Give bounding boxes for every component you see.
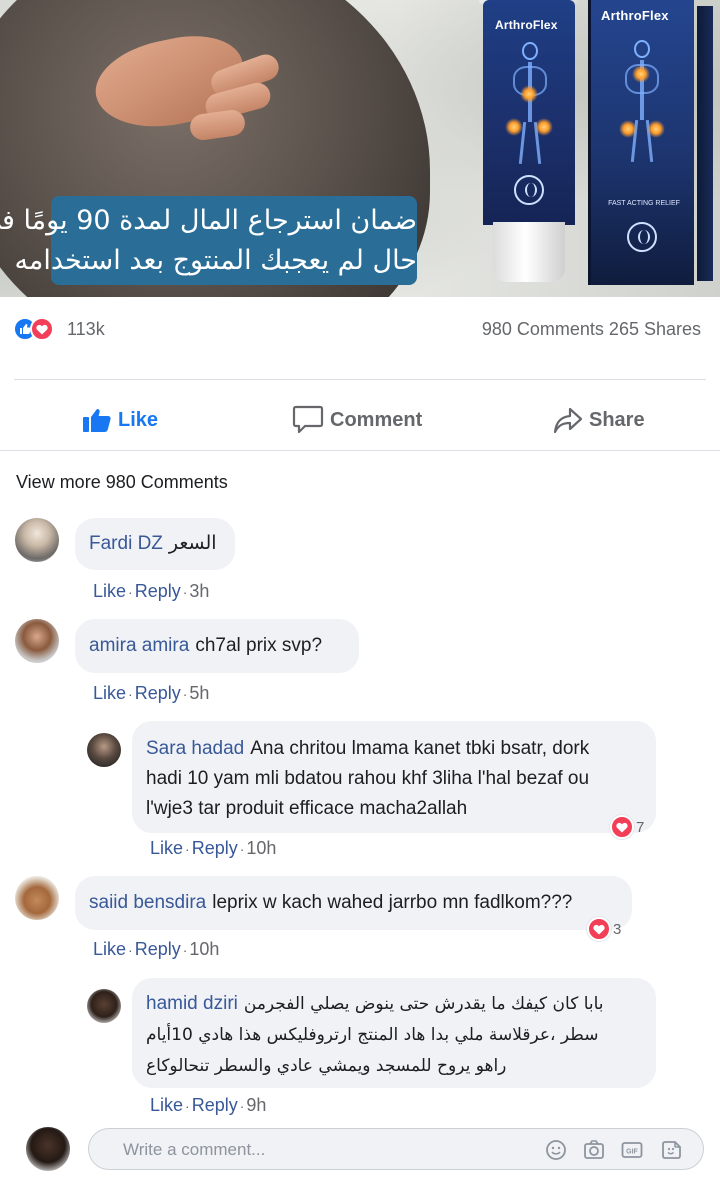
joint-glow bbox=[647, 120, 665, 138]
comment-reaction-count: 7 bbox=[636, 818, 645, 836]
share-button[interactable]: Share bbox=[553, 398, 645, 442]
leaf-emblem-icon bbox=[627, 222, 657, 252]
tube-cap bbox=[493, 222, 565, 282]
avatar[interactable] bbox=[87, 989, 121, 1023]
comment-reaction-count: 3 bbox=[613, 920, 622, 938]
comment-author[interactable]: amira amira bbox=[89, 635, 189, 656]
tube-body: ArthroFlex bbox=[483, 0, 575, 225]
comment-like-link[interactable]: Like bbox=[93, 683, 126, 703]
comment-meta: Like · Reply · 10h bbox=[150, 838, 277, 858]
comment-like-link[interactable]: Like bbox=[150, 1095, 183, 1115]
comment-text: Ana chritou lmama kanet tbki bsatr, dork bbox=[250, 738, 590, 759]
comment-text: بابا كان كيفك ما يقدرش حتى ينوض يصلي الف… bbox=[243, 994, 604, 1014]
comments-shares-count[interactable]: 980 Comments 265 Shares bbox=[482, 317, 701, 341]
love-reaction-icon bbox=[610, 815, 634, 839]
comment-text: hadi 10 yam mli bdatou rahou khf 3liha l… bbox=[146, 768, 590, 789]
share-button-label: Share bbox=[589, 408, 645, 431]
reaction-count[interactable]: 113k bbox=[67, 317, 105, 341]
joint-glow bbox=[535, 118, 553, 136]
comment-text: leprix w kach wahed jarrbo mn fadlkom??? bbox=[212, 892, 573, 913]
comment-like-link[interactable]: Like bbox=[93, 581, 126, 601]
gif-icon[interactable]: GIF bbox=[621, 1139, 643, 1161]
reaction-icons[interactable] bbox=[13, 317, 65, 341]
comment-time: 10h bbox=[246, 838, 277, 858]
comment-meta: Like · Reply · 5h bbox=[93, 683, 210, 703]
comment-author[interactable]: Sara hadad bbox=[146, 738, 244, 759]
comment-text: l'wje3 tar produit efficace macha2allah bbox=[146, 798, 468, 819]
comment-bubble: saiid bensdira leprix w kach wahed jarrbo… bbox=[75, 876, 632, 930]
comment-reply-link[interactable]: Reply bbox=[135, 939, 181, 959]
box-tagline: FAST ACTING RELIEF bbox=[608, 200, 680, 207]
like-button[interactable]: Like bbox=[82, 398, 158, 442]
comment-bubble: Sara hadad Ana chritou lmama kanet tbki b… bbox=[132, 721, 656, 833]
current-user-avatar[interactable] bbox=[26, 1127, 70, 1171]
love-reaction-icon bbox=[587, 917, 611, 941]
comment-bubble: Fardi DZ السعر bbox=[75, 518, 235, 570]
leaf-emblem-icon bbox=[514, 175, 544, 205]
ad-caption-line: ضمان استرجاع المال لمدة 90 يومًا في bbox=[0, 205, 417, 236]
comment-time: 9h bbox=[246, 1095, 267, 1115]
comment-button-label: Comment bbox=[330, 408, 423, 431]
skeleton-graphic bbox=[617, 40, 667, 163]
comment-author[interactable]: saiid bensdira bbox=[89, 892, 206, 913]
comment-text: سطر ،عرقلاسة ملي بدا هاد المنتج ارتروفلي… bbox=[146, 1025, 599, 1045]
joint-glow bbox=[632, 65, 650, 83]
comment-bubble-icon bbox=[292, 405, 324, 434]
comment-like-link[interactable]: Like bbox=[93, 939, 126, 959]
love-reaction-icon bbox=[30, 317, 54, 341]
box-side bbox=[697, 6, 713, 281]
comment-text: ch7al prix svp? bbox=[195, 635, 323, 656]
joint-glow bbox=[619, 120, 637, 138]
avatar[interactable] bbox=[15, 518, 59, 562]
view-more-comments-link[interactable]: View more 980 Comments bbox=[16, 470, 228, 494]
camera-icon[interactable] bbox=[583, 1139, 605, 1161]
ad-caption: ضمان استرجاع المال لمدة 90 يومًا في حال … bbox=[0, 196, 417, 285]
ad-caption-line: حال لم يعجبك المنتوج بعد استخدامه bbox=[14, 245, 417, 276]
sticker-icon[interactable] bbox=[661, 1139, 683, 1161]
divider bbox=[0, 450, 720, 451]
share-arrow-icon bbox=[553, 407, 583, 434]
comment-like-link[interactable]: Like bbox=[150, 838, 183, 858]
comment-meta: Like · Reply · 10h bbox=[93, 939, 220, 959]
joint-glow bbox=[505, 118, 523, 136]
divider bbox=[14, 379, 706, 380]
avatar[interactable] bbox=[15, 619, 59, 663]
comment-author[interactable]: Fardi DZ bbox=[89, 533, 163, 554]
comment-reply-link[interactable]: Reply bbox=[135, 581, 181, 601]
comment-reaction-badge[interactable]: 7 bbox=[610, 815, 644, 839]
comment-bubble: hamid dziri بابا كان كيفك ما يقدرش حتى ين… bbox=[132, 978, 656, 1088]
comment-time: 5h bbox=[189, 683, 210, 703]
emoji-icon[interactable] bbox=[545, 1139, 567, 1161]
like-button-label: Like bbox=[118, 408, 159, 431]
avatar[interactable] bbox=[15, 876, 59, 920]
comment-meta: Like · Reply · 9h bbox=[150, 1095, 267, 1115]
comment-reply-link[interactable]: Reply bbox=[192, 1095, 238, 1115]
tube-brand: ArthroFlex bbox=[495, 18, 558, 32]
comment-reaction-badge[interactable]: 3 bbox=[587, 917, 621, 941]
ad-image[interactable]: ArthroFlex ArthroFlex FAST ACTING RELIEF… bbox=[0, 0, 720, 297]
comment-reply-link[interactable]: Reply bbox=[192, 838, 238, 858]
joint-glow bbox=[520, 85, 538, 103]
comment-input[interactable] bbox=[123, 1138, 503, 1162]
svg-text:GIF: GIF bbox=[626, 1149, 638, 1156]
comment-reply-link[interactable]: Reply bbox=[135, 683, 181, 703]
comment-time: 3h bbox=[189, 581, 210, 601]
comment-text: راهو يروح للمسجد ويمشي عادي والسطر تنحال… bbox=[146, 1056, 507, 1076]
comment-author[interactable]: hamid dziri bbox=[146, 993, 238, 1014]
comment-text: السعر bbox=[168, 532, 217, 554]
comment-bubble: amira amira ch7al prix svp? bbox=[75, 619, 359, 673]
comment-meta: Like · Reply · 3h bbox=[93, 581, 210, 601]
product-box: ArthroFlex FAST ACTING RELIEF bbox=[588, 0, 713, 285]
thumbs-up-icon bbox=[83, 409, 111, 432]
box-brand: ArthroFlex bbox=[601, 8, 669, 23]
product-tube: ArthroFlex bbox=[475, 0, 583, 290]
comment-composer[interactable]: GIF bbox=[88, 1128, 704, 1170]
comment-time: 10h bbox=[189, 939, 220, 959]
comment-button[interactable]: Comment bbox=[292, 398, 422, 442]
avatar[interactable] bbox=[87, 733, 121, 767]
